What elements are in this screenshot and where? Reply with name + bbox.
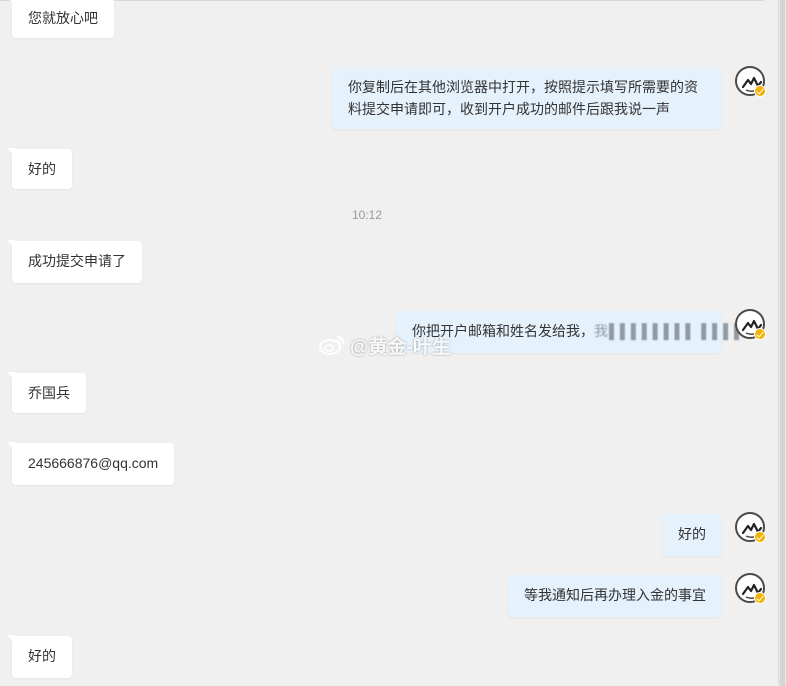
watermark-text: @黄金-叶生 (350, 336, 451, 358)
scrollbar[interactable] (778, 0, 786, 686)
sender-avatar[interactable] (735, 309, 766, 340)
message-text: 等我通知后再办理入金的事宜 (524, 587, 706, 603)
verified-badge-icon (754, 531, 766, 543)
top-divider (0, 0, 764, 1)
message-text: 好的 (678, 526, 706, 542)
sender-avatar[interactable] (735, 573, 766, 604)
message-text: 成功提交申请了 (28, 253, 126, 269)
outgoing-message: 你复制后在其他浏览器中打开，按照提示填写所需要的资料提交申请即可，收到开户成功的… (332, 67, 722, 129)
outgoing-message: 好的 (662, 514, 722, 556)
message-text: 好的 (28, 648, 56, 664)
sender-avatar[interactable] (735, 66, 766, 97)
sender-avatar[interactable] (735, 512, 766, 543)
message-text: 你复制后在其他浏览器中打开，按照提示填写所需要的资料提交申请即可，收到开户成功的… (348, 79, 698, 117)
message-text: 您就放心吧 (28, 10, 98, 26)
weibo-icon (319, 336, 344, 355)
scrollbar-thumb[interactable] (780, 0, 785, 686)
verified-badge-icon (754, 328, 766, 340)
outgoing-message: 等我通知后再办理入金的事宜 (508, 575, 722, 617)
message-text: 245666876@qq.com (28, 455, 159, 471)
incoming-message: 成功提交申请了 (7, 240, 142, 283)
incoming-message: 您就放心吧 (7, 0, 114, 38)
incoming-message: 乔国兵 (7, 372, 86, 413)
message-text: 乔国兵 (28, 385, 70, 401)
watermark: @黄金-叶生 (318, 332, 451, 358)
verified-badge-icon (754, 85, 766, 97)
redacted-text: 我▌▌▌▌▌▌▌▌ ▌▌▌▌ (594, 323, 745, 339)
verified-badge-icon (754, 592, 766, 604)
message-text: 好的 (28, 161, 56, 177)
incoming-message: 好的 (7, 148, 72, 189)
incoming-message: 245666876@qq.com (7, 442, 174, 485)
incoming-message: 好的 (7, 635, 72, 678)
message-timestamp: 10:12 (351, 208, 383, 222)
